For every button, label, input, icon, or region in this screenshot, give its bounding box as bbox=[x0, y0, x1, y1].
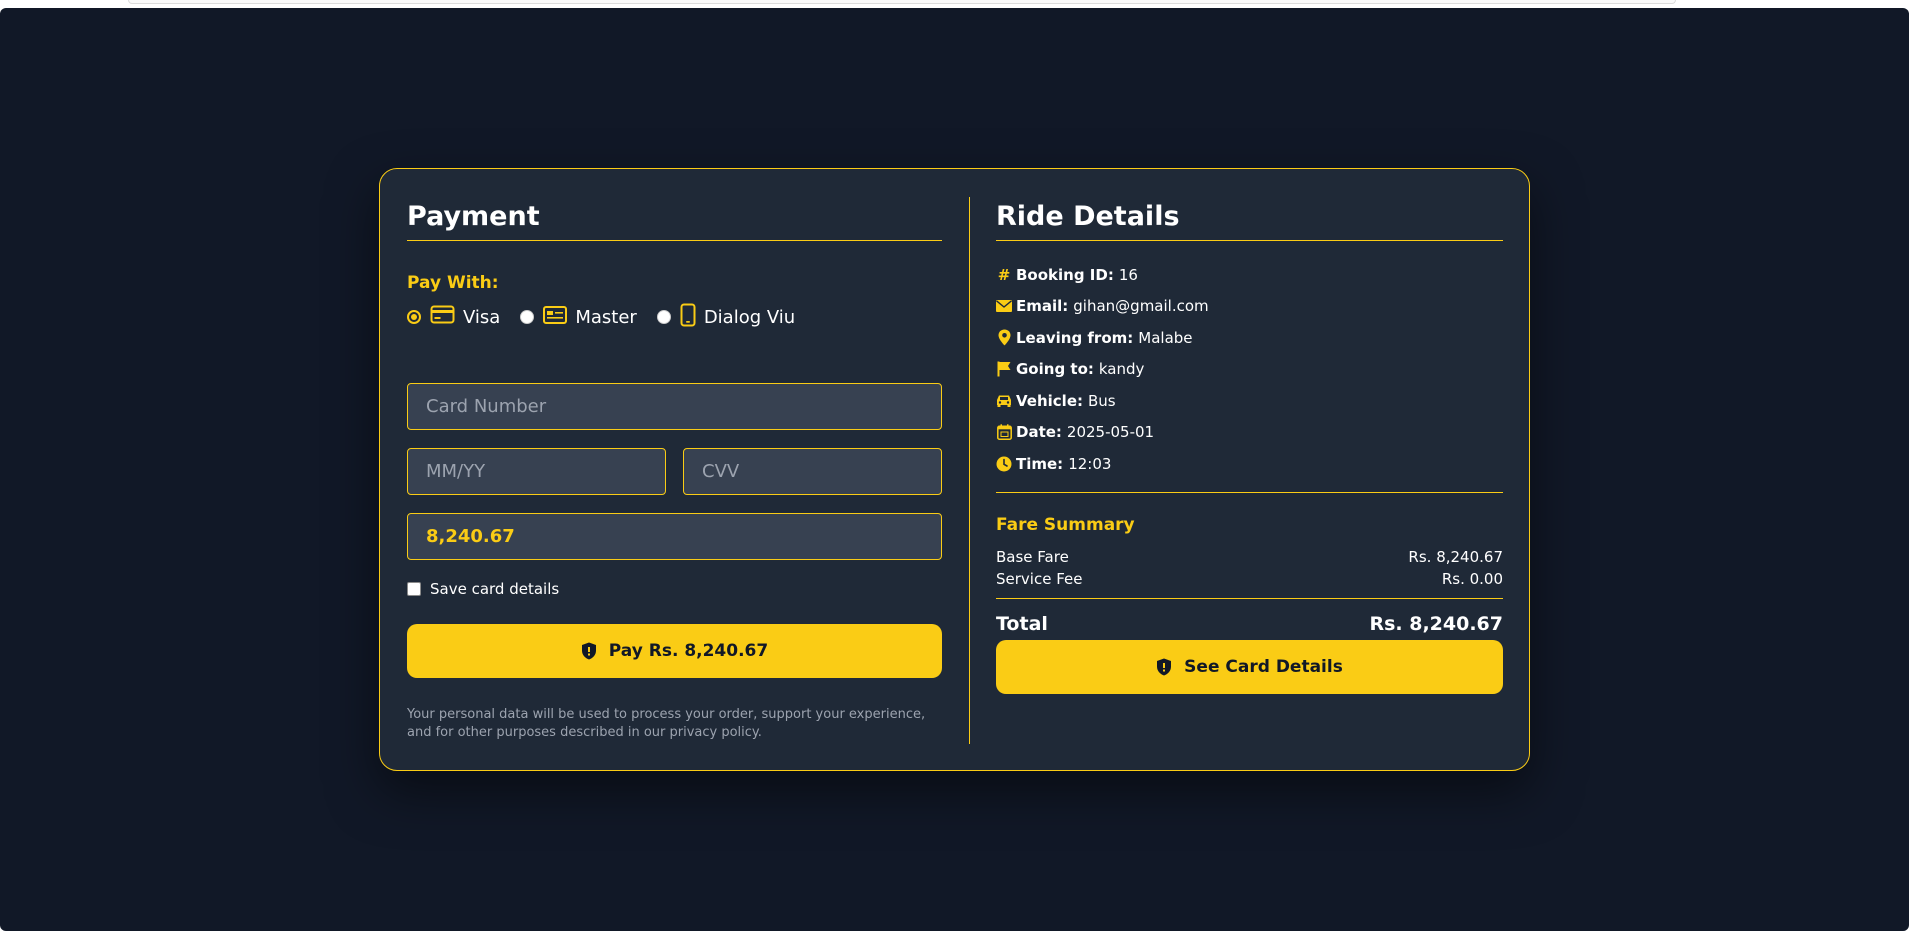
save-card-label: Save card details bbox=[430, 580, 560, 598]
master-label: Master bbox=[575, 306, 637, 328]
email-label: Email: bbox=[1016, 297, 1069, 316]
fare-summary-title: Fare Summary bbox=[996, 514, 1135, 535]
save-card-option[interactable]: Save card details bbox=[407, 580, 942, 598]
see-card-details-label: See Card Details bbox=[1184, 656, 1343, 677]
ride-title-divider bbox=[996, 240, 1503, 241]
detail-email: Email: gihan@gmail.com bbox=[996, 291, 1503, 323]
flag-icon bbox=[996, 361, 1012, 377]
page-viewport: Payment Pay With: Visa Master Dialog Viu… bbox=[0, 8, 1909, 931]
visa-label: Visa bbox=[463, 306, 501, 328]
master-radio[interactable] bbox=[520, 310, 535, 324]
fare-divider bbox=[996, 597, 1503, 599]
see-card-details-button[interactable]: See Card Details bbox=[996, 639, 1503, 694]
detail-vehicle: Vehicle: Bus bbox=[996, 385, 1503, 417]
date-value: 2025-05-01 bbox=[1066, 423, 1155, 442]
booking-id-label: Booking ID: bbox=[1016, 265, 1114, 284]
payment-method-visa[interactable]: Visa bbox=[407, 305, 500, 329]
checkout-card: Payment Pay With: Visa Master Dialog Viu… bbox=[379, 168, 1530, 771]
expiry-input[interactable]: MM/YY bbox=[407, 448, 666, 495]
detail-time: Time: 12:03 bbox=[996, 448, 1503, 480]
fare-summary-list: Base Fare Rs. 8,240.67 Service Fee Rs. 0… bbox=[996, 546, 1503, 590]
shield-icon bbox=[581, 642, 597, 660]
service-fee-label: Service Fee bbox=[996, 569, 1083, 588]
dialog-viu-label: Dialog Viu bbox=[703, 306, 796, 328]
email-value: gihan@gmail.com bbox=[1073, 297, 1209, 316]
amount-input[interactable]: 8,240.67 bbox=[407, 513, 942, 560]
expiry-cvv-row: MM/YY CVV bbox=[407, 448, 942, 495]
calendar-icon bbox=[996, 424, 1012, 441]
dialog-viu-radio[interactable] bbox=[656, 310, 671, 324]
visa-radio[interactable] bbox=[407, 310, 421, 324]
service-fee-value: Rs. 0.00 bbox=[1441, 569, 1503, 588]
booking-id-value: 16 bbox=[1118, 265, 1138, 284]
payment-method-master[interactable]: Master bbox=[520, 305, 637, 329]
card-number-input[interactable]: Card Number bbox=[407, 383, 942, 430]
browser-top-edge bbox=[128, 0, 1676, 4]
map-pin-icon bbox=[996, 329, 1012, 346]
payment-title: Payment bbox=[407, 201, 540, 232]
detail-going-to: Going to: kandy bbox=[996, 354, 1503, 386]
detail-date: Date: 2025-05-01 bbox=[996, 417, 1503, 449]
pay-with-label: Pay With: bbox=[407, 273, 499, 293]
card-chip-icon bbox=[543, 305, 568, 329]
shield-icon bbox=[1156, 658, 1172, 676]
payment-title-divider bbox=[407, 240, 942, 241]
total-label: Total bbox=[996, 613, 1048, 635]
date-label: Date: bbox=[1016, 423, 1062, 442]
credit-card-icon bbox=[430, 305, 455, 329]
pay-button[interactable]: Pay Rs. 8,240.67 bbox=[407, 624, 942, 678]
total-value: Rs. 8,240.67 bbox=[1369, 613, 1503, 635]
detail-booking-id: # Booking ID: 16 bbox=[996, 259, 1503, 291]
payment-method-dialog-viu[interactable]: Dialog Viu bbox=[656, 303, 796, 332]
base-fare-row: Base Fare Rs. 8,240.67 bbox=[996, 546, 1503, 568]
cvv-input[interactable]: CVV bbox=[683, 448, 942, 495]
detail-leaving-from: Leaving from: Malabe bbox=[996, 322, 1503, 354]
payment-panel: Payment Pay With: Visa Master Dialog Viu… bbox=[407, 197, 942, 742]
leaving-from-label: Leaving from: bbox=[1016, 328, 1134, 347]
ride-details-title: Ride Details bbox=[996, 201, 1180, 232]
car-icon bbox=[996, 393, 1012, 409]
panel-divider bbox=[969, 197, 970, 744]
going-to-value: kandy bbox=[1098, 360, 1145, 379]
ride-details-panel: Ride Details # Booking ID: 16 Email: gih… bbox=[996, 197, 1503, 694]
vehicle-value: Bus bbox=[1088, 391, 1116, 410]
base-fare-value: Rs. 8,240.67 bbox=[1408, 547, 1503, 566]
leaving-from-value: Malabe bbox=[1138, 328, 1193, 347]
base-fare-label: Base Fare bbox=[996, 547, 1069, 566]
details-divider bbox=[996, 491, 1503, 493]
save-card-checkbox[interactable] bbox=[407, 582, 421, 596]
service-fee-row: Service Fee Rs. 0.00 bbox=[996, 568, 1503, 590]
ride-details-list: # Booking ID: 16 Email: gihan@gmail.com … bbox=[996, 259, 1503, 480]
mobile-phone-icon bbox=[680, 303, 696, 332]
clock-icon bbox=[996, 456, 1012, 472]
time-label: Time: bbox=[1016, 454, 1064, 473]
time-value: 12:03 bbox=[1068, 454, 1112, 473]
hash-icon: # bbox=[997, 265, 1011, 284]
total-row: Total Rs. 8,240.67 bbox=[996, 611, 1503, 638]
pay-button-label: Pay Rs. 8,240.67 bbox=[608, 641, 769, 661]
vehicle-label: Vehicle: bbox=[1016, 391, 1083, 410]
privacy-disclaimer: Your personal data will be used to proce… bbox=[407, 707, 926, 740]
payment-method-group: Visa Master Dialog Viu bbox=[407, 303, 942, 331]
going-to-label: Going to: bbox=[1016, 360, 1094, 379]
envelope-icon bbox=[996, 298, 1012, 314]
